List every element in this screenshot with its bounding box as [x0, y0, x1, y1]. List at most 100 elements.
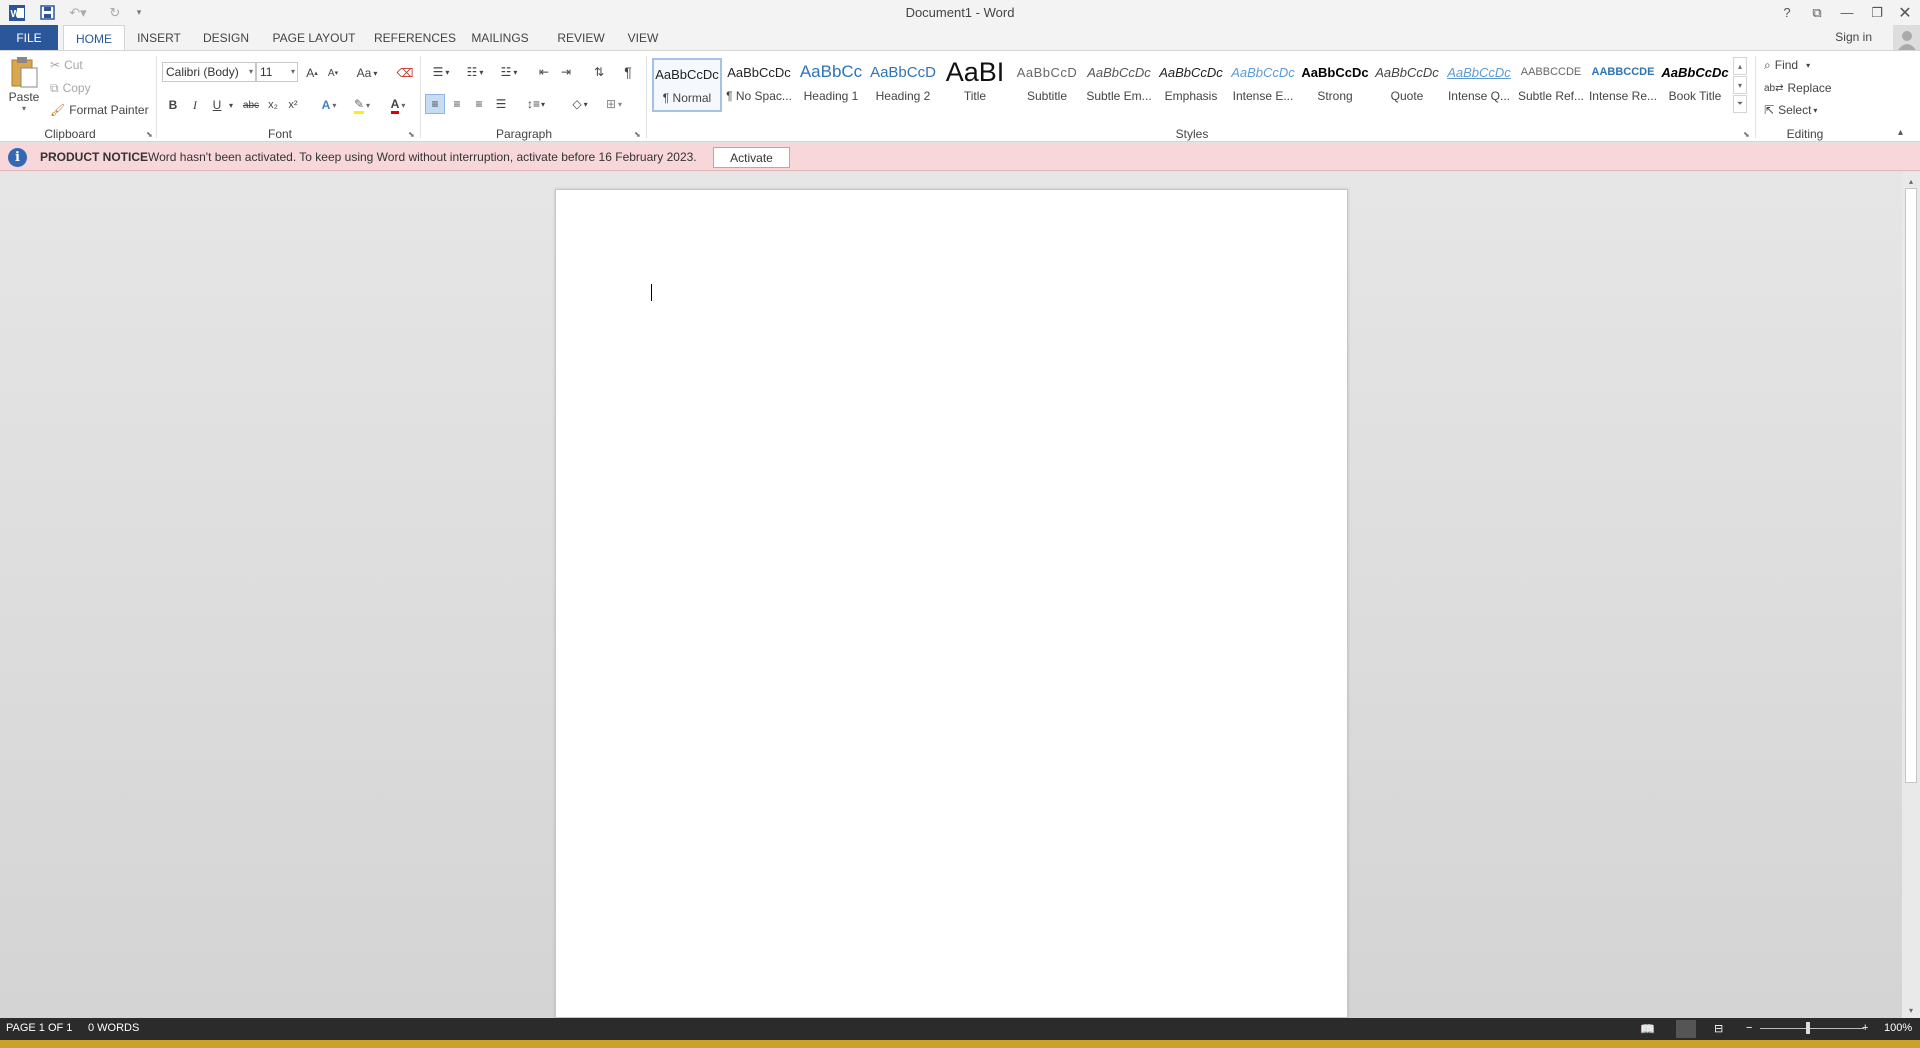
strikethrough-button[interactable]: abc — [240, 95, 262, 115]
style-name: ¶ No Spac... — [726, 89, 792, 103]
tab-insert[interactable]: INSERT — [131, 25, 187, 50]
grow-font-icon[interactable]: A ▴ — [303, 64, 321, 82]
document-page[interactable] — [555, 189, 1348, 1018]
justify-icon[interactable]: ☰ — [491, 94, 511, 114]
styles-launcher-icon[interactable]: ⬊ — [1743, 130, 1750, 139]
style-quote[interactable]: AaBbCcDc Quote — [1372, 58, 1442, 112]
chevron-down-icon[interactable]: ▾ — [226, 95, 236, 115]
style-preview: AaBbCcDc — [1375, 64, 1439, 80]
style-name: Subtitle — [1026, 89, 1068, 103]
replace-button[interactable]: ab⇄ Replace — [1764, 80, 1832, 96]
select-button[interactable]: ⇱ Select ▾ — [1764, 102, 1817, 118]
bullets-icon[interactable]: ☰ ▾ — [426, 62, 456, 82]
scroll-up-icon[interactable]: ▴ — [1902, 174, 1920, 188]
copy-button[interactable]: ⧉ Copy — [50, 80, 91, 96]
style-book-title[interactable]: AaBbCcDc Book Title — [1660, 58, 1730, 112]
paste-button[interactable]: Paste ▾ — [8, 56, 40, 120]
scroll-down-icon[interactable]: ▾ — [1902, 1003, 1920, 1017]
gallery-scroll-up-icon[interactable]: ▴ — [1733, 57, 1747, 75]
zoom-slider-thumb[interactable] — [1806, 1022, 1810, 1034]
help-button[interactable]: ? — [1772, 0, 1802, 25]
show-formatting-marks-button[interactable]: ¶ — [618, 62, 638, 82]
borders-icon[interactable]: ⊞ ▾ — [600, 94, 628, 114]
paragraph-group-label: Paragraph — [495, 127, 553, 141]
align-right-icon[interactable]: ≡ — [469, 94, 489, 114]
align-left-icon[interactable]: ≡ — [425, 94, 445, 114]
style-preview: AaBbCcDc — [1301, 64, 1369, 80]
style-heading-1[interactable]: AaBbCc Heading 1 — [796, 58, 866, 112]
style-strong[interactable]: AaBbCcDc Strong — [1300, 58, 1370, 112]
line-spacing-icon[interactable]: ↕≡ ▾ — [522, 94, 550, 114]
style-normal[interactable]: AaBbCcDc ¶ Normal — [652, 58, 722, 112]
style-intense-reference[interactable]: AABBCCDE Intense Re... — [1588, 58, 1658, 112]
page-count[interactable]: PAGE 1 OF 1 — [6, 1022, 72, 1034]
close-icon[interactable]: ✕ — [1890, 0, 1920, 25]
tab-design[interactable]: DESIGN — [196, 25, 256, 50]
collapse-ribbon-icon[interactable]: ▴ — [1898, 127, 1903, 138]
restore-icon[interactable]: ❐ — [1862, 0, 1892, 25]
font-color-button[interactable]: A ▾ — [384, 95, 412, 115]
underline-button[interactable]: U — [208, 95, 226, 115]
scrollbar-thumb[interactable] — [1905, 188, 1917, 783]
zoom-in-icon[interactable]: + — [1862, 1022, 1868, 1034]
style-subtitle[interactable]: AaBbCcD Subtitle — [1012, 58, 1082, 112]
highlight-button[interactable]: ✎ ▾ — [348, 95, 376, 115]
multilevel-list-icon[interactable]: ☳ ▾ — [494, 62, 524, 82]
change-case-button[interactable]: Aa ▾ — [353, 64, 381, 82]
info-icon: i — [8, 148, 27, 167]
tab-file[interactable]: FILE — [0, 25, 58, 50]
tab-home[interactable]: HOME — [63, 25, 125, 51]
style-no-spacing[interactable]: AaBbCcDc ¶ No Spac... — [724, 58, 794, 112]
style-heading-2[interactable]: AaBbCcD Heading 2 — [868, 58, 938, 112]
text-effects-button[interactable]: A ▾ — [316, 95, 342, 115]
style-intense-quote[interactable]: AaBbCcDc Intense Q... — [1444, 58, 1514, 112]
style-subtle-emphasis[interactable]: AaBbCcDc Subtle Em... — [1084, 58, 1154, 112]
tab-page-layout[interactable]: PAGE LAYOUT — [266, 25, 362, 50]
italic-button[interactable]: I — [186, 95, 204, 115]
font-launcher-icon[interactable]: ⬊ — [408, 130, 415, 139]
status-bar — [0, 1018, 1920, 1040]
tab-view[interactable]: VIEW — [622, 25, 664, 50]
ribbon-display-options-icon[interactable]: ⧉ — [1802, 0, 1832, 25]
zoom-level[interactable]: 100% — [1884, 1022, 1912, 1034]
sign-in-link[interactable]: Sign in — [1835, 30, 1872, 44]
gallery-scroll-down-icon[interactable]: ▾ — [1733, 76, 1747, 94]
tab-mailings[interactable]: MAILINGS — [467, 25, 533, 50]
font-name-combo[interactable]: Calibri (Body) ▾ — [162, 62, 256, 82]
style-title[interactable]: AaBI Title — [940, 58, 1010, 112]
bold-button[interactable]: B — [164, 95, 182, 115]
read-mode-icon[interactable]: 📖 — [1640, 1022, 1655, 1036]
shading-icon[interactable]: ◇ ▾ — [566, 94, 594, 114]
zoom-out-icon[interactable]: − — [1746, 1022, 1752, 1034]
zoom-slider-track[interactable] — [1760, 1028, 1864, 1029]
superscript-button[interactable]: x² — [284, 95, 302, 115]
numbering-icon[interactable]: ☷ ▾ — [460, 62, 490, 82]
web-layout-icon[interactable]: ⊟ — [1714, 1022, 1723, 1035]
decrease-indent-icon[interactable]: ⇤ — [534, 62, 554, 82]
increase-indent-icon[interactable]: ⇥ — [556, 62, 576, 82]
style-intense-emphasis[interactable]: AaBbCcDc Intense E... — [1228, 58, 1298, 112]
minimize-icon[interactable]: — — [1832, 0, 1862, 25]
style-name: Title — [963, 89, 987, 103]
gallery-more-icon[interactable]: ⏷ — [1733, 95, 1747, 113]
font-size-combo[interactable]: 11 ▾ — [256, 62, 298, 82]
sort-icon[interactable]: ⇅ — [588, 62, 610, 82]
paragraph-launcher-icon[interactable]: ⬊ — [634, 130, 641, 139]
tab-review[interactable]: REVIEW — [545, 25, 617, 50]
print-layout-icon[interactable] — [1676, 1020, 1696, 1038]
style-subtle-reference[interactable]: AABBCCDE Subtle Ref... — [1516, 58, 1586, 112]
subscript-button[interactable]: x₂ — [264, 95, 282, 115]
avatar[interactable] — [1893, 25, 1920, 50]
clipboard-launcher-icon[interactable]: ⬊ — [146, 130, 153, 139]
clear-formatting-icon[interactable]: ⌫ — [396, 64, 414, 82]
align-center-icon[interactable]: ≡ — [447, 94, 467, 114]
style-name: Subtle Em... — [1086, 89, 1152, 103]
format-painter-button[interactable]: 🖌 Format Painter — [50, 102, 149, 118]
find-button[interactable]: ⌕ Find ▾ — [1764, 57, 1810, 73]
style-emphasis[interactable]: AaBbCcDc Emphasis — [1156, 58, 1226, 112]
shrink-font-icon[interactable]: A ▾ — [324, 64, 342, 82]
cut-button[interactable]: ✂ Cut — [50, 57, 83, 73]
tab-references[interactable]: REFERENCES — [374, 25, 456, 50]
word-count[interactable]: 0 WORDS — [88, 1022, 139, 1034]
activate-button[interactable]: Activate — [713, 147, 790, 168]
